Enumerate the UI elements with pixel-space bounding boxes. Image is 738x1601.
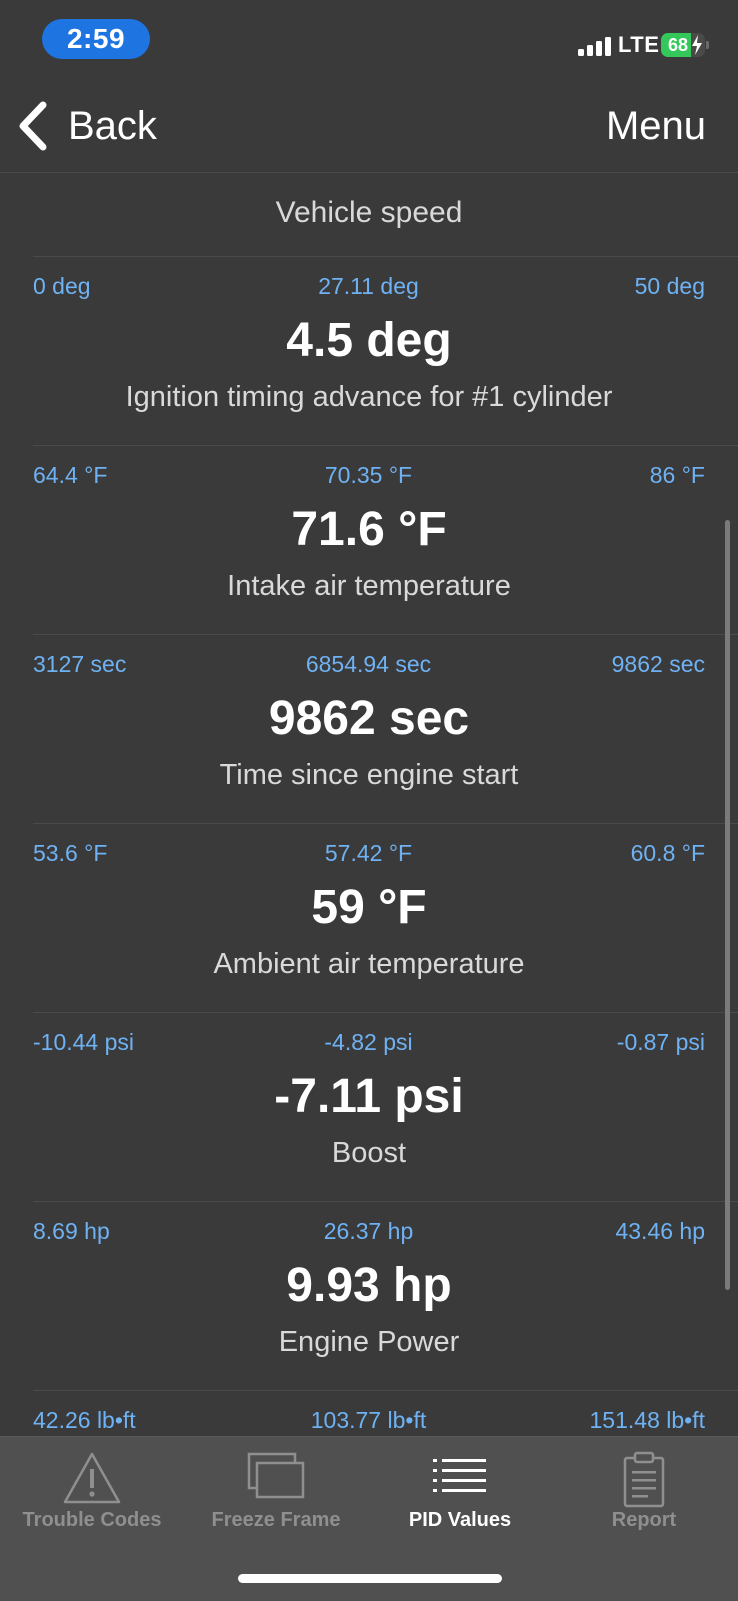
menu-button[interactable]: Menu xyxy=(606,104,706,149)
tab-label: Trouble Codes xyxy=(22,1509,162,1531)
tab-trouble-codes[interactable]: Trouble Codes xyxy=(0,1437,184,1557)
pid-max: 151.48 lb•ft xyxy=(589,1407,705,1433)
pid-max: -0.87 psi xyxy=(616,1029,705,1055)
status-time[interactable]: 2:59 xyxy=(42,19,150,59)
tab-report[interactable]: Report xyxy=(552,1437,736,1557)
battery-percent: 68 xyxy=(667,35,689,55)
pid-value: 59 °F xyxy=(311,881,427,934)
battery-icon: 68 xyxy=(661,33,705,57)
back-label: Back xyxy=(68,103,157,148)
list-icon xyxy=(433,1459,486,1492)
clipboard-icon xyxy=(623,1451,665,1508)
pid-max: 50 deg xyxy=(634,273,705,299)
cellular-signal-icon xyxy=(578,36,614,56)
warning-triangle-icon xyxy=(63,1452,121,1504)
pid-max: 43.46 hp xyxy=(615,1218,705,1244)
tab-label: Report xyxy=(611,1509,677,1531)
pid-label: Boost xyxy=(331,1137,407,1169)
scrollbar[interactable] xyxy=(725,520,730,1290)
back-button[interactable]: Back xyxy=(16,100,157,152)
chevron-left-icon xyxy=(19,101,47,151)
pid-max: 60.8 °F xyxy=(630,840,705,866)
pid-label: Ambient air temperature xyxy=(213,948,525,980)
tab-label: Freeze Frame xyxy=(211,1509,341,1531)
pid-avg: 27.11 deg xyxy=(318,273,419,299)
navigation-bar: Back Menu xyxy=(0,80,738,173)
list-item[interactable]: 3127 sec 6854.94 sec 9862 sec 9862 sec T… xyxy=(33,635,738,824)
pid-label: Ignition timing advance for #1 cylinder xyxy=(125,381,613,413)
charging-bolt-icon xyxy=(692,35,702,55)
pid-value: 9862 sec xyxy=(268,692,470,745)
tab-pid-values[interactable]: PID Values xyxy=(368,1437,552,1557)
network-type: LTE xyxy=(618,32,660,57)
pid-avg: 57.42 °F xyxy=(324,840,413,866)
pid-value: 4.5 deg xyxy=(286,314,452,367)
stacked-frames-icon xyxy=(247,1452,305,1499)
list-item[interactable]: 0 deg 27.11 deg 50 deg 4.5 deg Ignition … xyxy=(33,257,738,446)
battery-tip xyxy=(706,41,709,49)
tab-freeze-frame[interactable]: Freeze Frame xyxy=(184,1437,368,1557)
list-item[interactable]: -10.44 psi -4.82 psi -0.87 psi -7.11 psi… xyxy=(33,1013,738,1202)
tab-label: PID Values xyxy=(408,1509,512,1531)
pid-max: 9862 sec xyxy=(611,651,705,677)
list-item-vehicle-speed[interactable]: Vehicle speed xyxy=(33,173,738,257)
pid-avg: 70.35 °F xyxy=(324,462,413,488)
status-bar: 2:59 LTE 68 xyxy=(0,0,738,80)
home-indicator[interactable] xyxy=(238,1574,502,1583)
pid-value: 9.93 hp xyxy=(286,1259,452,1312)
list-item[interactable]: 53.6 °F 57.42 °F 60.8 °F 59 °F Ambient a… xyxy=(33,824,738,1013)
list-item[interactable]: 42.26 lb•ft 103.77 lb•ft 151.48 lb•ft xyxy=(33,1391,738,1436)
pid-label: Engine Power xyxy=(278,1326,460,1358)
pid-list[interactable]: Vehicle speed 0 deg 27.11 deg 50 deg 4.5… xyxy=(0,173,738,1436)
pid-value: -7.11 psi xyxy=(274,1070,464,1123)
pid-value: 71.6 °F xyxy=(291,503,447,556)
pid-max: 86 °F xyxy=(649,462,705,488)
list-item[interactable]: 64.4 °F 70.35 °F 86 °F 71.6 °F Intake ai… xyxy=(33,446,738,635)
pid-label: Time since engine start xyxy=(219,759,519,791)
list-item[interactable]: 8.69 hp 26.37 hp 43.46 hp 9.93 hp Engine… xyxy=(33,1202,738,1391)
pid-label: Intake air temperature xyxy=(227,570,511,602)
pid-label: Vehicle speed xyxy=(275,196,463,229)
pid-avg: -4.82 psi xyxy=(324,1029,413,1055)
